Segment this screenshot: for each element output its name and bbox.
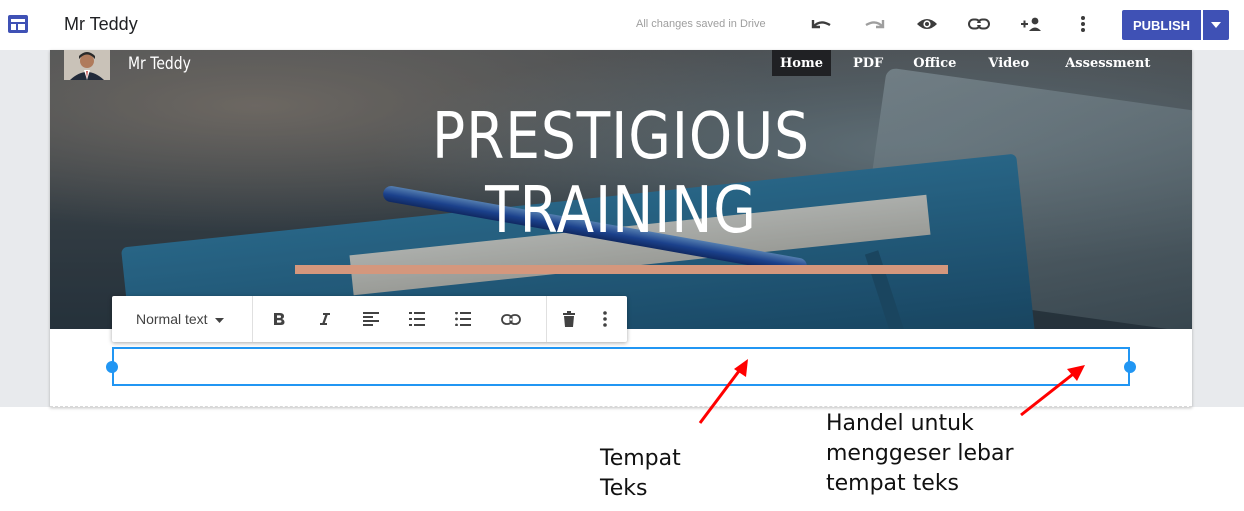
arrow-to-handle-icon	[1020, 365, 1085, 417]
hero-title-line-1: PRESTIGIOUS	[432, 100, 810, 174]
chevron-down-icon	[1211, 22, 1221, 28]
sites-logo-icon[interactable]	[8, 15, 28, 33]
text-area-annotation: Tempat Teks	[600, 444, 681, 504]
link-icon[interactable]	[966, 11, 992, 37]
text-box[interactable]	[112, 347, 1130, 386]
preview-eye-icon[interactable]	[914, 11, 940, 37]
link-icon[interactable]	[498, 307, 524, 331]
avatar	[64, 50, 110, 80]
toolbar-divider	[546, 296, 547, 342]
annotation-line: Handel untuk	[826, 411, 974, 436]
text-format-toolbar: Normal text	[112, 296, 627, 342]
nav-item-pdf[interactable]: PDF	[845, 50, 891, 76]
nav-item-video[interactable]: Video	[980, 50, 1037, 76]
hero-title-underline	[295, 265, 948, 274]
site-navigation: Home PDF Office Video Assessment	[772, 50, 1162, 78]
bold-icon[interactable]	[266, 307, 292, 331]
nav-item-home[interactable]: Home	[772, 50, 831, 76]
handle-annotation: Handel untuk menggeser lebar tempat teks	[826, 409, 1014, 499]
hero-header[interactable]: Mr Teddy Home PDF Office Video Assessmen…	[50, 50, 1192, 329]
right-resize-handle[interactable]	[1124, 361, 1136, 373]
nav-item-assessment[interactable]: Assessment	[1057, 50, 1158, 76]
app-bar: Mr Teddy All changes saved in Drive PUBL…	[0, 0, 1244, 51]
site-name[interactable]: Mr Teddy	[128, 54, 191, 74]
undo-icon[interactable]	[808, 11, 834, 37]
more-vert-icon[interactable]	[592, 307, 618, 331]
delete-icon[interactable]	[556, 307, 582, 331]
annotation-line: tempat teks	[826, 471, 960, 496]
hero-title-line-2: TRAINING	[485, 174, 757, 248]
text-style-dropdown[interactable]: Normal text	[136, 311, 225, 327]
more-vert-icon[interactable]	[1070, 11, 1096, 37]
arrow-to-text-box-icon	[698, 359, 748, 424]
toolbar-divider	[252, 296, 253, 342]
annotation-line: Teks	[600, 476, 648, 501]
left-resize-handle[interactable]	[106, 361, 118, 373]
publish-button[interactable]: PUBLISH	[1122, 10, 1201, 40]
hero-title[interactable]: PRESTIGIOUS TRAINING	[130, 100, 1112, 248]
align-left-icon[interactable]	[358, 307, 384, 331]
site-title[interactable]: Mr Teddy	[64, 14, 138, 35]
add-person-icon[interactable]	[1018, 11, 1044, 37]
nav-item-office[interactable]: Office	[905, 50, 964, 76]
publish-options-button[interactable]	[1203, 10, 1229, 40]
annotation-line: Tempat	[600, 446, 681, 471]
redo-icon[interactable]	[862, 11, 888, 37]
italic-icon[interactable]	[312, 307, 338, 331]
bulleted-list-icon[interactable]	[450, 307, 476, 331]
site-page-preview: Mr Teddy Home PDF Office Video Assessmen…	[50, 50, 1192, 407]
annotation-line: menggeser lebar	[826, 441, 1014, 466]
text-style-label: Normal text	[136, 311, 208, 327]
save-status: All changes saved in Drive	[636, 18, 766, 30]
chevron-down-icon	[215, 317, 225, 323]
numbered-list-icon[interactable]	[404, 307, 430, 331]
